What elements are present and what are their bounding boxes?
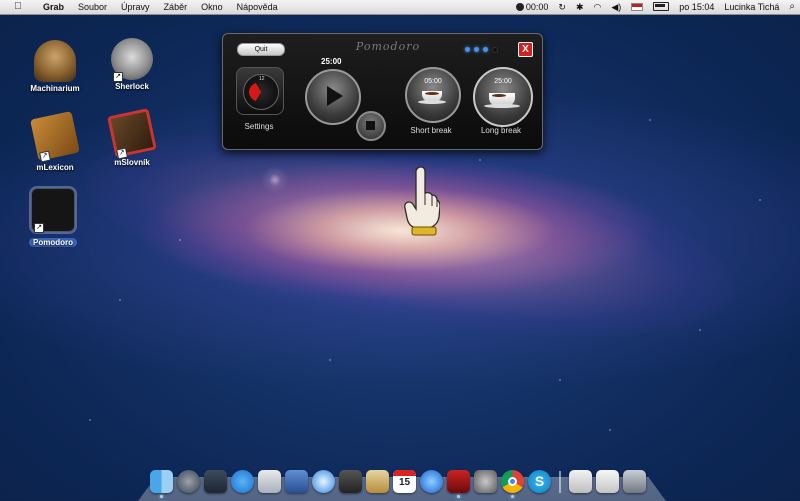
- timer-icon: [515, 3, 524, 11]
- progress-dot: [492, 47, 498, 53]
- pomodoro-progress-dots: [465, 47, 498, 53]
- clock-numeral: 12: [259, 76, 265, 82]
- menu-capture[interactable]: Záběr: [157, 0, 195, 14]
- pointing-hand-cursor-icon: [404, 166, 440, 236]
- menu-window[interactable]: Okno: [194, 0, 230, 14]
- system-preferences-icon[interactable]: [474, 470, 497, 493]
- documents-stack-icon[interactable]: [569, 470, 592, 493]
- pomodoro-time: 25:00: [321, 57, 342, 66]
- alias-arrow-icon: ↗: [113, 72, 123, 82]
- desktop-icon-label: mSlovník: [114, 158, 150, 167]
- mslovnik-book-icon: ↗: [107, 108, 157, 160]
- xcode-icon[interactable]: [285, 470, 308, 493]
- pomodoro-menu-timer[interactable]: 00:00: [511, 0, 554, 14]
- menu-app-name[interactable]: Grab: [36, 0, 71, 14]
- downloads-stack-icon[interactable]: [596, 470, 619, 493]
- settings-label: Settings: [244, 122, 274, 131]
- long-break-button[interactable]: 25:00: [473, 67, 533, 127]
- coffee-cup-icon: [484, 93, 520, 108]
- widget-title: Pomodoro: [355, 40, 421, 53]
- menu-help[interactable]: Nápověda: [230, 0, 285, 14]
- finder-icon[interactable]: [150, 470, 173, 498]
- progress-dot: [474, 47, 479, 52]
- calendar-icon[interactable]: 15: [393, 470, 416, 493]
- clock-icon: 12: [243, 74, 279, 110]
- pomodoro-clock-icon: ↗: [31, 188, 75, 233]
- desktop-icon-mlexicon[interactable]: ↗ mLexicon: [20, 111, 90, 172]
- menu-edit[interactable]: Úpravy: [114, 0, 157, 14]
- input-language-flag-icon[interactable]: [626, 0, 648, 14]
- short-break-label: Short break: [410, 126, 452, 135]
- wifi-icon[interactable]: ◠: [589, 0, 607, 14]
- alias-arrow-icon: ↗: [34, 223, 44, 233]
- progress-dot: [483, 47, 488, 52]
- menu-file[interactable]: Soubor: [71, 0, 114, 14]
- long-break-time: 25:00: [494, 78, 512, 85]
- preview-icon[interactable]: [258, 470, 281, 493]
- desktop-icon-mslovnik[interactable]: ↗ mSlovník: [97, 108, 167, 167]
- calendar-day: 15: [398, 477, 411, 488]
- sherlock-icon: ↗: [111, 38, 153, 82]
- menu-bar:  Grab Soubor Úpravy Záběr Okno Nápověda…: [0, 0, 800, 15]
- mission-control-icon[interactable]: [204, 470, 227, 493]
- settings-button[interactable]: 12: [236, 67, 284, 115]
- menu-clock[interactable]: po 15:04: [674, 0, 719, 14]
- desktop-icon-label: Sherlock: [115, 82, 149, 91]
- chrome-icon[interactable]: [501, 470, 524, 498]
- app-store-icon[interactable]: [231, 470, 254, 493]
- photo-booth-icon[interactable]: [447, 470, 470, 498]
- dock-separator: [559, 471, 561, 493]
- coffee-cup-icon: [418, 91, 446, 104]
- alias-arrow-icon: ↗: [116, 147, 128, 160]
- machinarium-icon: [34, 40, 76, 82]
- desktop-icon-machinarium[interactable]: Machinarium: [20, 40, 90, 93]
- menu-extras: 00:00 ↻ ✱ ◠ ◀) po 15:04 Lucinka Tichá ⌕: [511, 0, 800, 14]
- safari-icon[interactable]: [312, 470, 335, 493]
- desktop-icon-pomodoro[interactable]: ↗ Pomodoro: [18, 188, 88, 250]
- desktop-icon-label: Machinarium: [30, 84, 80, 93]
- pomodoro-widget: Quit Pomodoro X 12 Settings 25:00 05:00 …: [222, 33, 543, 150]
- bluetooth-icon[interactable]: ✱: [571, 0, 589, 14]
- stop-button[interactable]: [356, 111, 386, 141]
- desktop-icon-sherlock[interactable]: ↗ Sherlock: [97, 38, 167, 91]
- skype-icon[interactable]: S: [528, 470, 551, 493]
- alias-arrow-icon: ↗: [39, 150, 51, 163]
- apple-menu-icon[interactable]: : [0, 0, 36, 14]
- menu-user[interactable]: Lucinka Tichá: [719, 0, 784, 14]
- long-break-label: Long break: [480, 126, 522, 135]
- desktop-icon-label: mLexicon: [36, 163, 74, 172]
- mlexicon-book-icon: ↗: [30, 111, 80, 163]
- itunes-icon[interactable]: [420, 470, 443, 493]
- short-break-button[interactable]: 05:00: [405, 67, 461, 123]
- spotlight-search-icon[interactable]: ⌕: [784, 0, 800, 14]
- close-button[interactable]: X: [518, 42, 533, 57]
- quit-button[interactable]: Quit: [237, 43, 285, 56]
- short-break-time: 05:00: [424, 78, 442, 85]
- progress-dot: [465, 47, 470, 52]
- dock: 15 S: [150, 463, 646, 498]
- time-machine-icon[interactable]: ↻: [553, 0, 571, 14]
- battery-icon[interactable]: [648, 0, 674, 14]
- notes-icon[interactable]: [366, 470, 389, 493]
- facetime-icon[interactable]: [339, 470, 362, 493]
- launchpad-icon[interactable]: [177, 470, 200, 493]
- play-button[interactable]: [305, 69, 361, 125]
- volume-icon[interactable]: ◀): [606, 0, 626, 14]
- trash-icon[interactable]: [623, 470, 646, 493]
- desktop-icon-label-selected: Pomodoro: [29, 238, 77, 247]
